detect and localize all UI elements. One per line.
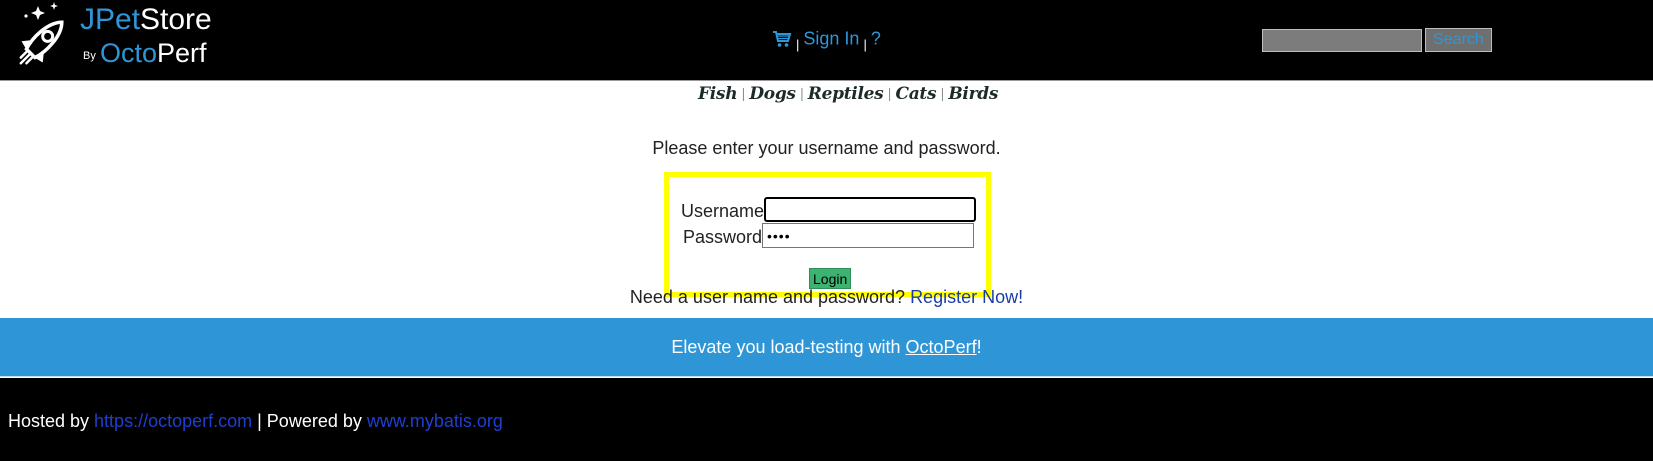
sign-in-link[interactable]: Sign In — [803, 28, 859, 48]
search-input[interactable] — [1262, 28, 1422, 52]
register-text: Need a user name and password? — [629, 287, 911, 307]
banner-text: Elevate you load-testing with — [671, 337, 906, 357]
password-label: Password: — [683, 227, 768, 247]
footer-text: Hosted by https://octoperf.com | Powered… — [8, 411, 503, 432]
search-form: Search — [1262, 28, 1492, 52]
search-button[interactable]: Search — [1425, 28, 1492, 52]
menu-separator: | — [796, 37, 800, 53]
header-bar: JPetStore By OctoPerf | Sign In |? Search — [0, 0, 1653, 81]
powered-by-label: | Powered by — [252, 411, 367, 431]
octoperf-url-link[interactable]: https://octoperf.com — [94, 411, 252, 431]
register-now-link[interactable]: Register Now! — [910, 287, 1023, 307]
quicklink-separator: | — [940, 87, 945, 102]
username-field[interactable] — [764, 197, 976, 222]
banner-suffix: ! — [976, 337, 982, 357]
quicklink-reptiles[interactable]: Reptiles — [808, 84, 884, 104]
rocket-logo-icon — [19, 2, 64, 65]
login-prompt: Please enter your username and password. — [652, 138, 1001, 158]
quicklink-separator: | — [741, 87, 746, 102]
password-field[interactable] — [762, 223, 974, 248]
category-quicklinks: Fish | Dogs | Reptiles | Cats | Birds — [698, 84, 998, 104]
login-form-highlight: Username: Password: Login — [664, 172, 991, 297]
help-link[interactable]: ? — [871, 28, 881, 48]
login-button[interactable]: Login — [809, 268, 852, 289]
footer: Hosted by https://octoperf.com | Powered… — [0, 378, 1653, 461]
quicklink-cats[interactable]: Cats — [895, 84, 936, 104]
shopping-cart-icon[interactable] — [772, 30, 792, 53]
octoperf-link[interactable]: OctoPerf — [906, 337, 977, 357]
logo-by-label: By — [83, 50, 96, 62]
logo[interactable]: JPetStore By OctoPerf — [8, 0, 238, 78]
quicklink-fish[interactable]: Fish — [698, 84, 738, 104]
quicklink-dogs[interactable]: Dogs — [749, 84, 796, 104]
quicklink-birds[interactable]: Birds — [948, 84, 998, 104]
logo-title: JPetStore — [80, 3, 212, 36]
quicklink-separator: | — [887, 87, 892, 102]
hosted-by-label: Hosted by — [8, 411, 95, 431]
menu-separator: | — [863, 37, 867, 53]
register-prompt: Need a user name and password? Register … — [0, 287, 1653, 308]
mybatis-link[interactable]: www.mybatis.org — [367, 411, 503, 431]
header-menu: | Sign In |? — [772, 28, 881, 53]
quicklink-separator: | — [799, 87, 804, 102]
promo-banner: Elevate you load-testing with OctoPerf! — [0, 318, 1653, 377]
logo-brand: OctoPerf — [100, 38, 207, 68]
username-label: Username: — [681, 201, 770, 221]
